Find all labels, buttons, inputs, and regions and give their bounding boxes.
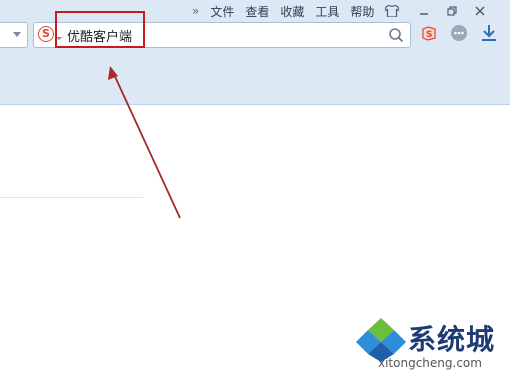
restore-button[interactable] bbox=[445, 4, 459, 18]
menu-item-view[interactable]: 查看 bbox=[245, 3, 269, 20]
magnifier-icon[interactable] bbox=[388, 27, 404, 43]
minimize-button[interactable] bbox=[417, 4, 431, 18]
content-divider bbox=[0, 197, 143, 198]
chevron-down-icon bbox=[13, 32, 21, 37]
watermark-url: xitongcheng.com bbox=[378, 356, 482, 370]
restore-icon bbox=[447, 6, 458, 16]
search-highlight-box bbox=[55, 11, 145, 48]
toolbar-right-icons: S bbox=[420, 24, 510, 42]
menu-item-tools[interactable]: 工具 bbox=[315, 3, 339, 20]
close-icon bbox=[475, 6, 485, 16]
watermark: 系统城 xitongcheng.com bbox=[356, 312, 506, 376]
extension-gray-icon[interactable] bbox=[450, 24, 468, 42]
svg-text:S: S bbox=[426, 30, 432, 40]
extension-red-icon[interactable]: S bbox=[420, 24, 438, 42]
skin-shirt-icon[interactable] bbox=[385, 5, 400, 17]
download-icon[interactable] bbox=[480, 24, 498, 42]
menu-item-file[interactable]: 文件 bbox=[210, 3, 234, 20]
menu-item-favorites[interactable]: 收藏 bbox=[280, 3, 304, 20]
sogou-search-icon[interactable]: S bbox=[38, 26, 54, 42]
watermark-cn-text: 系统城 bbox=[408, 323, 496, 356]
menu-item-help[interactable]: 帮助 bbox=[350, 3, 374, 20]
minimize-icon bbox=[420, 13, 429, 15]
close-button[interactable] bbox=[473, 4, 487, 18]
address-dropdown[interactable] bbox=[0, 22, 28, 48]
menu-bar: » 文件 查看 收藏 工具 帮助 bbox=[192, 2, 495, 20]
menu-overflow-chevron[interactable]: » bbox=[192, 4, 199, 18]
